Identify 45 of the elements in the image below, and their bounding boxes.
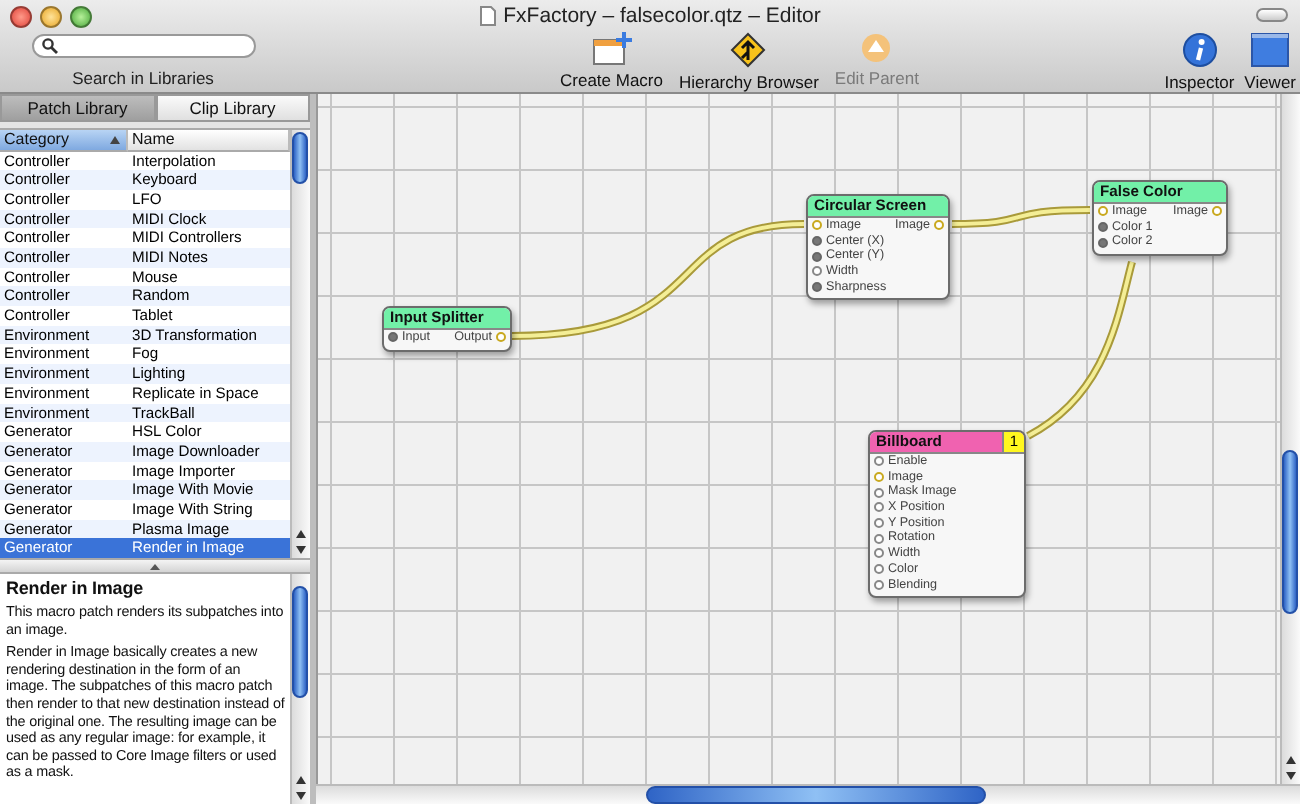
scrollbar-thumb[interactable] — [292, 132, 308, 184]
up-arrow-circle-icon — [860, 32, 893, 64]
scroll-down-icon[interactable] — [292, 788, 310, 804]
toolbar-button[interactable]: Hierarchy Browser — [679, 32, 819, 92]
info-icon — [1181, 32, 1218, 68]
scrollbar-thumb[interactable] — [1282, 450, 1298, 614]
vertical-scrollbar[interactable] — [290, 130, 310, 558]
scroll-up-icon[interactable] — [1282, 752, 1300, 768]
patch-cable[interactable] — [1025, 261, 1136, 440]
horizontal-scrollbar[interactable] — [316, 784, 1300, 804]
toolbar-button[interactable]: Inspector — [1164, 32, 1235, 92]
scrollbar-thumb[interactable] — [646, 786, 986, 804]
close-button[interactable] — [10, 5, 32, 27]
viewer-window-icon — [1250, 32, 1291, 68]
patch-cable[interactable] — [511, 220, 805, 340]
splitter-grip-icon — [150, 563, 160, 569]
zoom-button[interactable] — [70, 5, 92, 27]
description-title: Render in Image — [6, 578, 146, 598]
port-icon[interactable] — [934, 220, 944, 231]
column-header[interactable]: Category — [0, 130, 128, 152]
toolbar-toggle-button[interactable] — [1256, 8, 1288, 22]
scrollbar-thumb[interactable] — [292, 586, 308, 698]
search-icon — [41, 38, 57, 54]
window-plus-icon — [591, 32, 632, 66]
column-header[interactable]: Name — [128, 130, 290, 152]
window-title: FxFactory – falsecolor.qtz – Editor — [503, 4, 821, 28]
library-tab[interactable]: Clip Library — [155, 94, 310, 122]
port-icon[interactable] — [1212, 206, 1222, 217]
splitter-handle[interactable] — [0, 558, 310, 574]
vertical-scrollbar[interactable] — [290, 574, 310, 804]
scroll-up-icon[interactable] — [292, 772, 310, 788]
sort-arrow-icon — [110, 135, 120, 144]
port-icon[interactable] — [388, 332, 398, 343]
search-field[interactable] — [31, 34, 255, 58]
document-icon — [479, 6, 496, 26]
port-icon[interactable] — [496, 332, 506, 343]
patch-cable[interactable] — [951, 206, 1091, 228]
diamond-sign-icon — [730, 32, 767, 68]
toolbar-button[interactable]: Viewer — [1244, 32, 1296, 92]
search-label: Search in Libraries — [72, 68, 214, 88]
library-tab[interactable]: Patch Library — [0, 94, 155, 122]
toolbar-button[interactable]: Create Macro — [560, 32, 663, 92]
vertical-scrollbar[interactable] — [1280, 94, 1300, 784]
minimize-button[interactable] — [40, 5, 62, 27]
scroll-up-icon[interactable] — [292, 526, 310, 542]
